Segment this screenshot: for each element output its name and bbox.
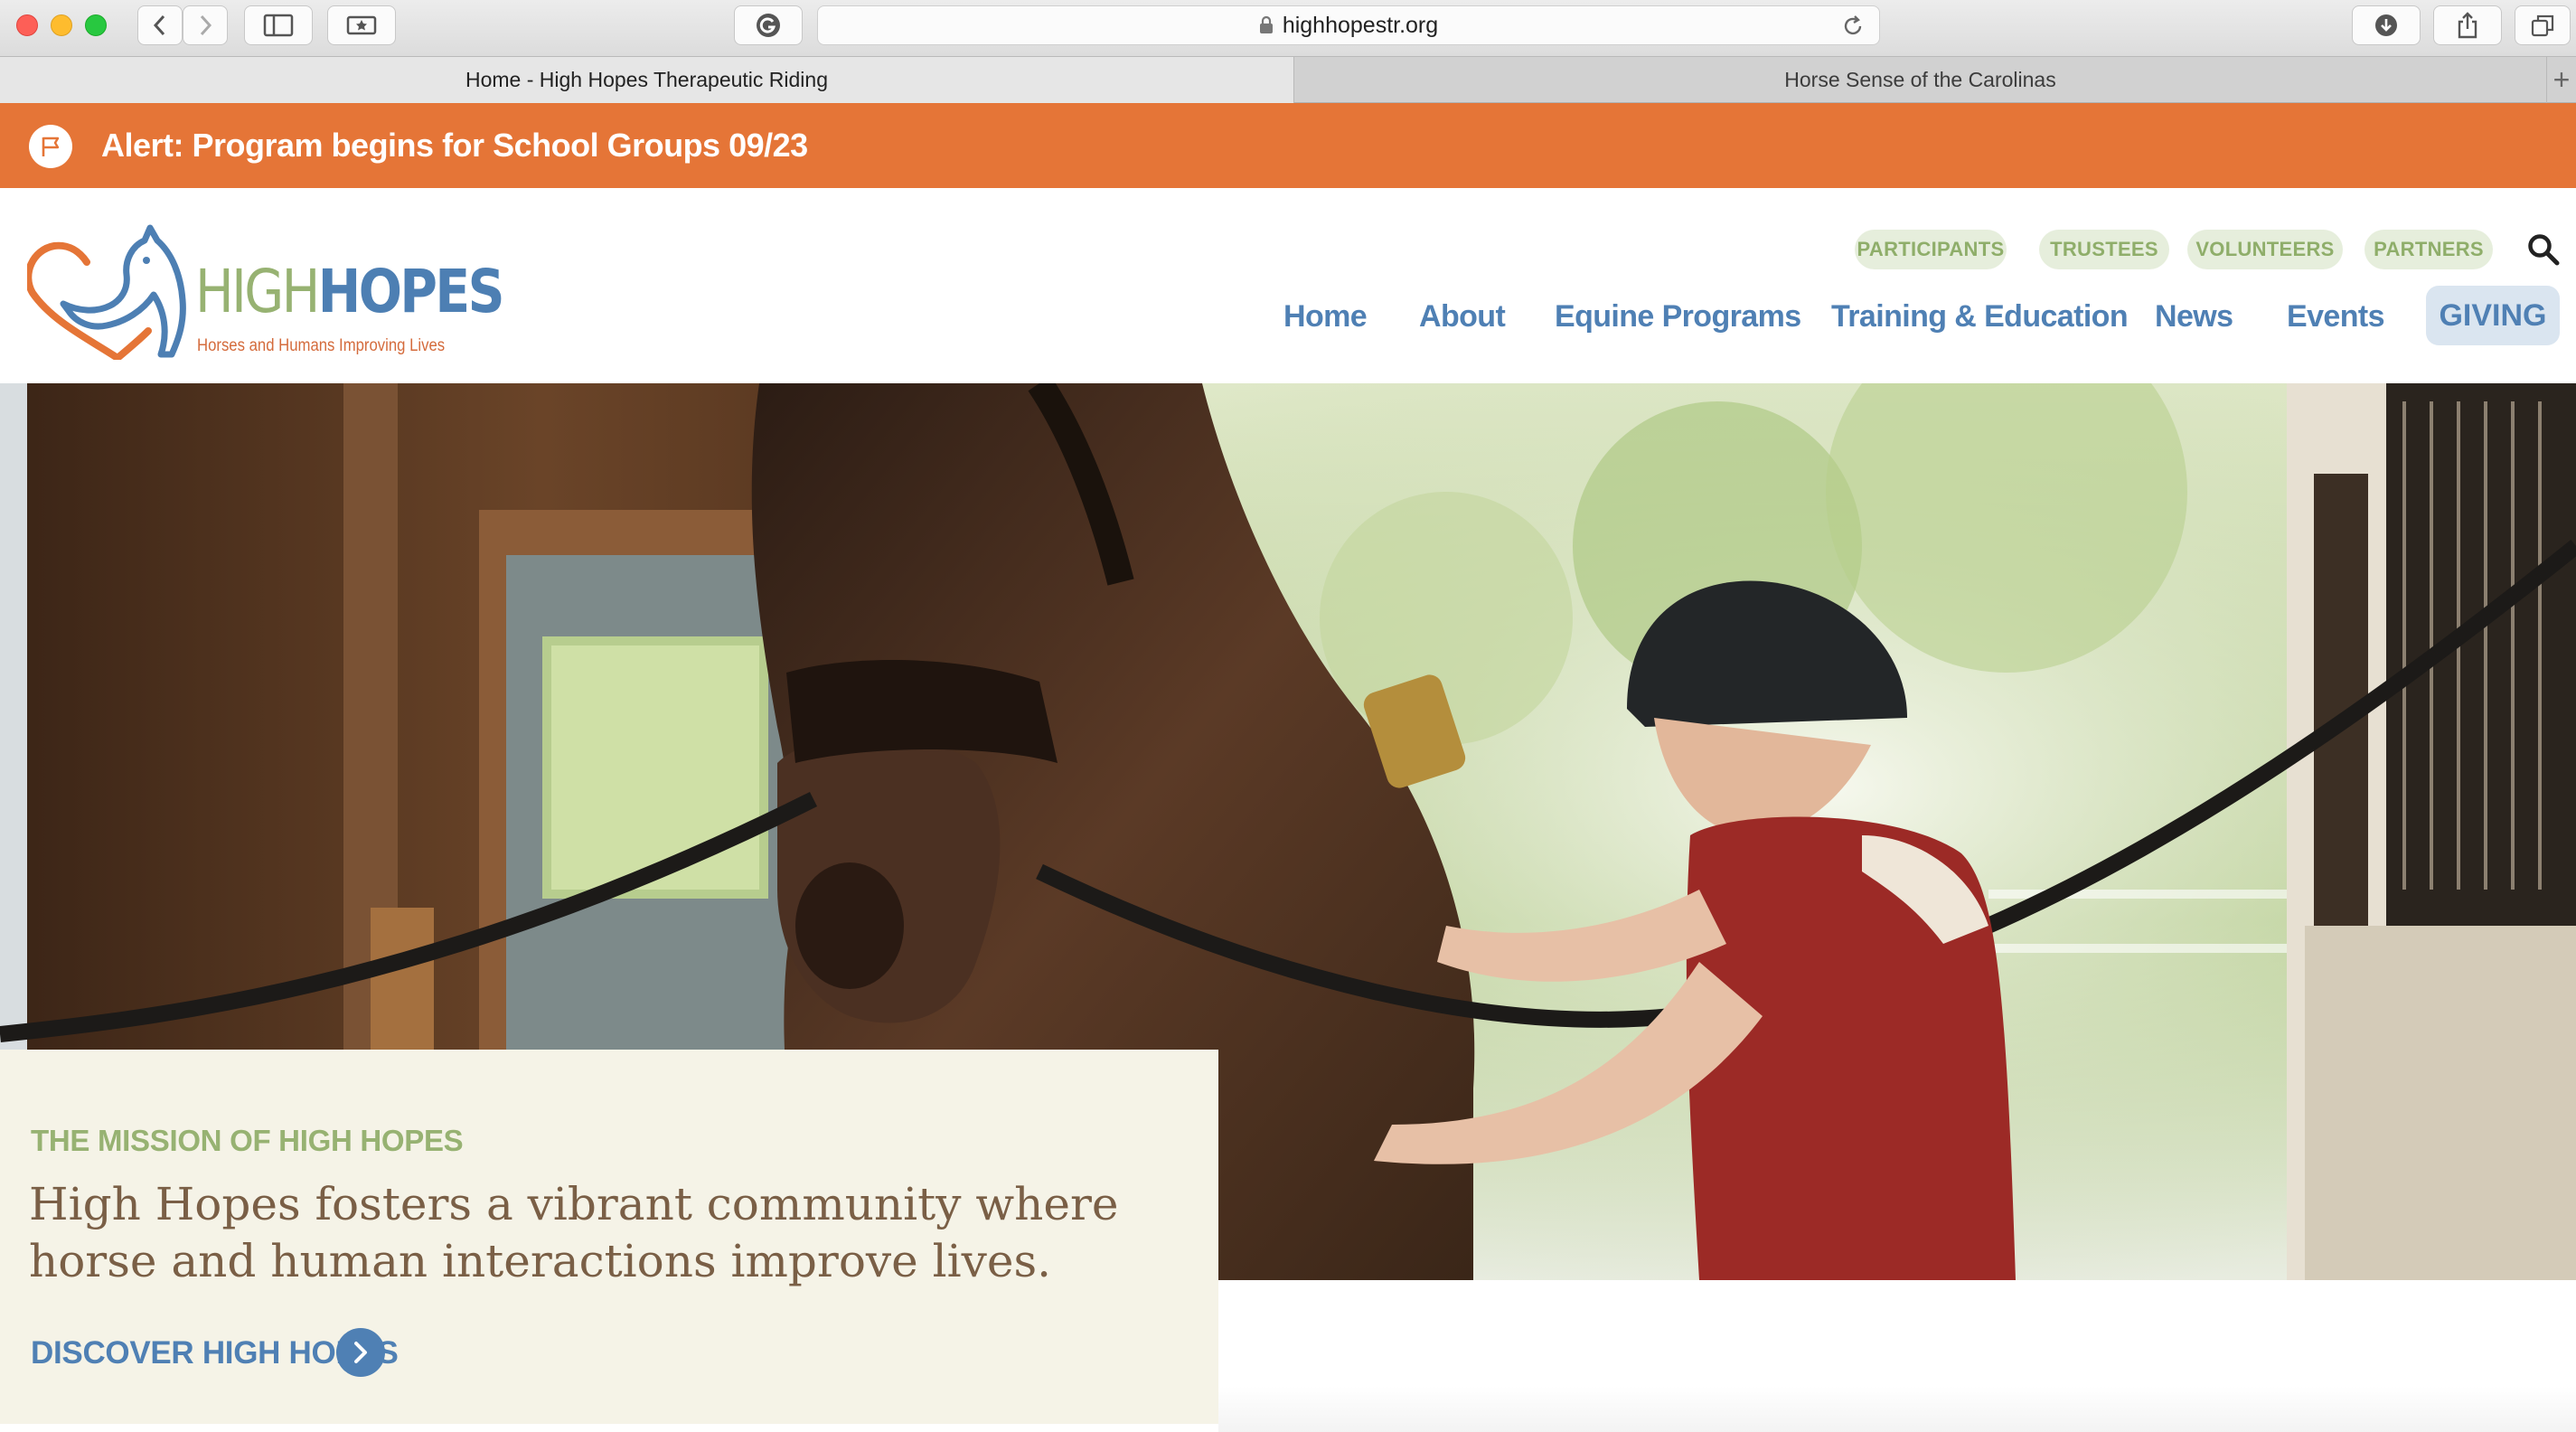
fullscreen-window-button[interactable] [85, 14, 107, 36]
tab-label: Horse Sense of the Carolinas [1784, 68, 2056, 91]
nav-events[interactable]: Events [2287, 289, 2385, 344]
logo-tagline: Horses and Humans Improving Lives [197, 336, 446, 355]
downloads-button[interactable] [2352, 5, 2421, 45]
logo-wordmark: HIGHHOPES [195, 257, 505, 326]
horse-heart-logo-icon [27, 224, 186, 360]
utility-link-partners[interactable]: PARTNERS [2364, 230, 2493, 269]
tab-label: Home - High Hopes Therapeutic Riding [465, 68, 828, 91]
back-icon [153, 14, 165, 36]
alert-banner[interactable]: Alert: Program begins for School Groups … [0, 103, 2576, 188]
tab-horse-sense[interactable]: Horse Sense of the Carolinas [1294, 57, 2547, 103]
nav-giving-button[interactable]: GIVING [2426, 286, 2560, 345]
bookmarks-icon [346, 15, 377, 35]
chevron-right-icon [354, 1342, 367, 1363]
sidebar-icon [263, 14, 294, 37]
logo-hopes: HOPES [317, 257, 505, 326]
sidebar-button[interactable] [244, 5, 313, 45]
bookmarks-button[interactable] [327, 5, 396, 45]
search-icon[interactable] [2527, 233, 2560, 266]
grammarly-icon [757, 14, 780, 37]
mission-statement: High Hopes fosters a vibrant community w… [29, 1178, 1119, 1287]
grammarly-button[interactable] [734, 5, 803, 45]
tabs-icon [2531, 14, 2554, 37]
utility-link-volunteers[interactable]: VOLUNTEERS [2187, 230, 2343, 269]
close-window-button[interactable] [16, 14, 38, 36]
reload-icon[interactable] [1841, 14, 1865, 38]
site-logo[interactable]: HIGHHOPES Horses and Humans Improving Li… [27, 224, 504, 360]
mission-kicker: THE MISSION OF HIGH HOPES [31, 1124, 464, 1157]
utility-link-trustees[interactable]: TRUSTEES [2039, 230, 2169, 269]
tab-bar: Home - High Hopes Therapeutic Riding Hor… [0, 56, 2576, 103]
new-tab-button[interactable]: + [2547, 57, 2576, 103]
tab-high-hopes[interactable]: Home - High Hopes Therapeutic Riding [0, 57, 1294, 103]
nav-training-education[interactable]: Training & Education [1831, 289, 2129, 344]
nav-home[interactable]: Home [1283, 289, 1368, 344]
back-button[interactable] [137, 5, 183, 45]
site-header: HIGHHOPES Horses and Humans Improving Li… [0, 188, 2576, 383]
minimize-window-button[interactable] [51, 14, 72, 36]
logo-high: HIGH [195, 257, 320, 326]
download-icon [2375, 14, 2397, 36]
nav-about[interactable]: About [1419, 289, 1506, 344]
nav-news[interactable]: News [2155, 289, 2233, 344]
page-bottom-shadow [1218, 1280, 2576, 1432]
forward-icon [200, 14, 212, 36]
browser-titlebar: highhopestr.org [0, 0, 2576, 56]
flag-icon [29, 125, 72, 168]
lock-icon [1259, 16, 1273, 33]
utility-link-participants[interactable]: PARTICIPANTS [1855, 230, 2007, 269]
mission-panel: THE MISSION OF HIGH HOPES High Hopes fos… [0, 1050, 1218, 1424]
url-text: highhopestr.org [1282, 12, 1439, 38]
forward-button[interactable] [183, 5, 228, 45]
tab-overview-button[interactable] [2515, 5, 2571, 45]
discover-arrow-button[interactable] [336, 1328, 385, 1377]
address-bar[interactable]: highhopestr.org [817, 5, 1880, 45]
share-icon [2458, 12, 2477, 39]
alert-text[interactable]: Alert: Program begins for School Groups … [101, 103, 808, 188]
nav-equine-programs[interactable]: Equine Programs [1555, 289, 1801, 344]
share-button[interactable] [2433, 5, 2502, 45]
